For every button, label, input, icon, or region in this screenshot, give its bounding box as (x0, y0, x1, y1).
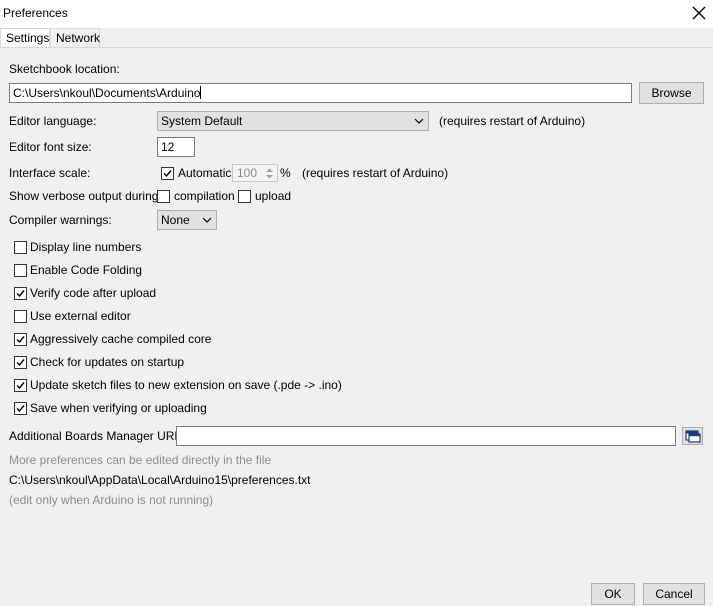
more-preferences-text: More preferences can be edited directly … (9, 453, 272, 467)
tab-bar: Settings Network (0, 28, 713, 48)
option-checkbox[interactable] (14, 264, 27, 277)
checkmark-icon (16, 359, 25, 367)
compiler-warnings-label: Compiler warnings: (9, 213, 112, 227)
close-icon[interactable] (689, 3, 709, 23)
ok-button[interactable]: OK (591, 583, 635, 605)
interface-scale-label: Interface scale: (9, 166, 91, 180)
editor-language-label: Editor language: (9, 114, 97, 128)
option-label: Save when verifying or uploading (30, 401, 207, 415)
window-title: Preferences (3, 6, 68, 20)
title-bar: Preferences (0, 0, 713, 28)
interface-scale-value: 100 (236, 166, 257, 180)
checkmark-icon (16, 336, 25, 344)
chevron-down-icon (202, 217, 212, 223)
checkmark-icon (163, 170, 172, 178)
editor-language-value: System Default (161, 114, 243, 128)
interface-scale-unit: % (280, 166, 291, 180)
browse-button[interactable]: Browse (639, 82, 704, 104)
interface-scale-spinner[interactable]: 100 (232, 164, 278, 182)
option-checkbox[interactable] (14, 241, 27, 254)
option-checkbox[interactable] (14, 287, 27, 300)
upload-label: upload (255, 189, 292, 203)
boards-urls-button[interactable] (682, 427, 703, 445)
font-size-label: Editor font size: (9, 140, 92, 154)
option-label: Display line numbers (30, 240, 142, 254)
checkmark-icon (16, 290, 25, 298)
option-label: Enable Code Folding (30, 263, 143, 277)
option-label: Use external editor (30, 309, 131, 323)
option-checkbox[interactable] (14, 356, 27, 369)
checkmark-icon (16, 382, 25, 390)
sketchbook-path-input[interactable]: C:\Users\nkoul\Documents\Arduino (9, 83, 632, 103)
compiler-warnings-value: None (161, 213, 190, 227)
verbose-output-label: Show verbose output during: (9, 189, 162, 203)
boards-manager-label: Additional Boards Manager URLs: (9, 429, 191, 443)
compiler-warnings-select[interactable]: None (157, 210, 217, 230)
chevron-down-icon (414, 118, 424, 124)
option-checkbox[interactable] (14, 333, 27, 346)
option-checkbox[interactable] (14, 402, 27, 415)
option-checkbox[interactable] (14, 310, 27, 323)
tab-settings[interactable]: Settings (0, 28, 50, 48)
boards-manager-urls-input[interactable] (176, 426, 676, 446)
option-checkbox[interactable] (14, 379, 27, 392)
interface-scale-note: (requires restart of Arduino) (302, 166, 449, 180)
option-label: Aggressively cache compiled core (30, 332, 212, 346)
editor-language-select[interactable]: System Default (157, 111, 429, 131)
tab-network[interactable]: Network (50, 28, 100, 47)
sketchbook-path-value: C:\Users\nkoul\Documents\Arduino (13, 86, 201, 100)
upload-checkbox[interactable] (238, 190, 251, 203)
spinner-arrows-icon[interactable] (263, 166, 276, 181)
compilation-checkbox[interactable] (157, 190, 170, 203)
option-label: Update sketch files to new extension on … (30, 378, 342, 392)
option-label: Check for updates on startup (30, 355, 185, 369)
compilation-label: compilation (174, 189, 235, 203)
automatic-checkbox[interactable] (161, 167, 174, 180)
sketchbook-label: Sketchbook location: (9, 62, 120, 76)
cancel-button[interactable]: Cancel (643, 583, 705, 605)
checkmark-icon (16, 405, 25, 413)
edit-note-text: (edit only when Arduino is not running) (9, 493, 214, 507)
window-list-icon (685, 430, 701, 443)
font-size-input[interactable]: 12 (157, 137, 195, 157)
text-caret (200, 86, 202, 99)
automatic-label: Automatic (178, 166, 232, 180)
option-label: Verify code after upload (30, 286, 157, 300)
preferences-file-path: C:\Users\nkoul\AppData\Local\Arduino15\p… (9, 473, 311, 487)
editor-language-note: (requires restart of Arduino) (439, 114, 586, 128)
